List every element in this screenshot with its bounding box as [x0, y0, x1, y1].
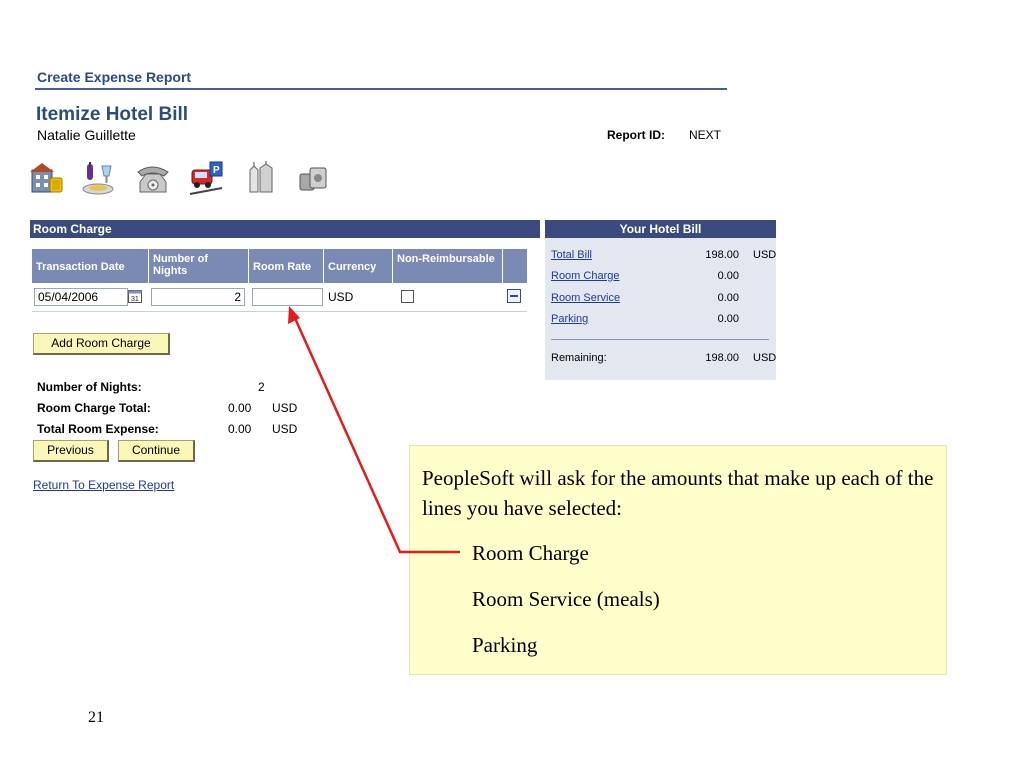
- pointer-arrow: [288, 306, 460, 554]
- slide-number: 21: [88, 709, 104, 726]
